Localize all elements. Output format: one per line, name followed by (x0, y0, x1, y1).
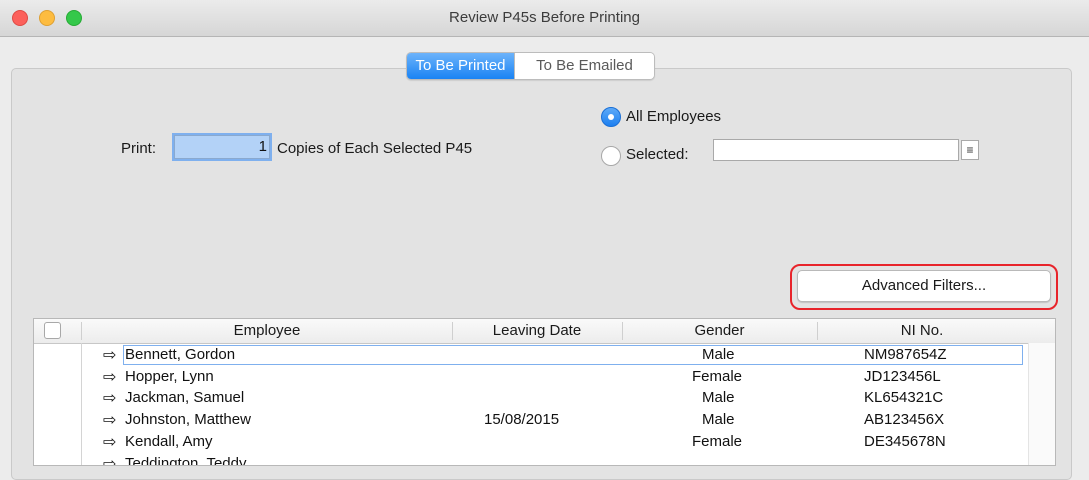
print-label: Print: (121, 140, 157, 157)
table-row[interactable]: ⇨ Hopper, Lynn Female JD123456L (34, 367, 1055, 388)
select-all-checkbox[interactable] (44, 322, 61, 339)
table-row[interactable]: ⇨ Kendall, Amy Female DE345678N (34, 432, 1055, 453)
arrow-right-icon: ⇨ (103, 390, 117, 407)
title-bar: Review P45s Before Printing (0, 0, 1089, 37)
employee-name: Jackman, Samuel (125, 389, 245, 406)
selected-employees-radio[interactable] (601, 146, 621, 166)
selected-employees-label: Selected: (626, 146, 689, 163)
arrow-right-icon: ⇨ (103, 369, 117, 386)
ni-number: JD123456L (864, 368, 941, 385)
employee-name: Hopper, Lynn (125, 368, 214, 385)
tab-to-be-printed[interactable]: To Be Printed (407, 53, 514, 79)
column-header-ni-no[interactable]: NI No. (817, 322, 1027, 339)
arrow-right-icon: ⇨ (103, 434, 117, 451)
ni-number: AB123456X (864, 411, 945, 428)
advanced-filters-button[interactable]: Advanced Filters... (797, 270, 1051, 302)
employee-name: Kendall, Amy (125, 433, 213, 450)
table-scrollbar[interactable] (1028, 343, 1055, 465)
all-employees-radio[interactable] (601, 107, 621, 127)
window-content: To Be Printed To Be Emailed Print: 1 Cop… (0, 37, 1089, 480)
column-header-leaving-date[interactable]: Leaving Date (452, 322, 622, 339)
all-employees-label: All Employees (626, 108, 722, 125)
arrow-right-icon: ⇨ (103, 347, 117, 364)
table-row[interactable]: ⇨ Johnston, Matthew 15/08/2015 Male AB12… (34, 410, 1055, 431)
copies-input[interactable]: 1 (174, 135, 270, 159)
column-header-employee[interactable]: Employee (82, 322, 452, 339)
gender: Male (702, 411, 735, 428)
gender: Male (702, 346, 735, 363)
column-header-gender[interactable]: Gender (622, 322, 817, 339)
table-row[interactable]: ⇨ Bennett, Gordon Male NM987654Z (34, 345, 1055, 366)
ni-number: DE345678N (864, 433, 946, 450)
table-row[interactable]: ⇨ Teddington, Teddy (34, 454, 1055, 466)
employee-name: Teddington, Teddy (125, 455, 247, 466)
selected-employees-field[interactable] (713, 139, 959, 161)
tab-switcher: To Be Printed To Be Emailed (406, 52, 655, 80)
tab-to-be-emailed[interactable]: To Be Emailed (514, 53, 654, 79)
gender: Male (702, 389, 735, 406)
copies-suffix-label: Copies of Each Selected P45 (277, 140, 473, 157)
employee-name: Johnston, Matthew (125, 411, 251, 428)
arrow-right-icon: ⇨ (103, 456, 117, 466)
window-title: Review P45s Before Printing (449, 9, 640, 26)
employee-name: Bennett, Gordon (125, 346, 236, 363)
leaving-date: 15/08/2015 (484, 411, 560, 428)
table-row[interactable]: ⇨ Jackman, Samuel Male KL654321C (34, 388, 1055, 409)
gender: Female (692, 433, 743, 450)
ni-number: NM987654Z (864, 346, 947, 363)
ni-number: KL654321C (864, 389, 944, 406)
table-header: Employee Leaving Date Gender NI No. (34, 319, 1055, 344)
employee-table: Employee Leaving Date Gender NI No. ⇨ Be… (33, 318, 1056, 466)
selected-dropdown-button[interactable]: ≡ (961, 140, 979, 160)
arrow-right-icon: ⇨ (103, 412, 117, 429)
gender: Female (692, 368, 743, 385)
list-icon: ≡ (966, 143, 974, 157)
